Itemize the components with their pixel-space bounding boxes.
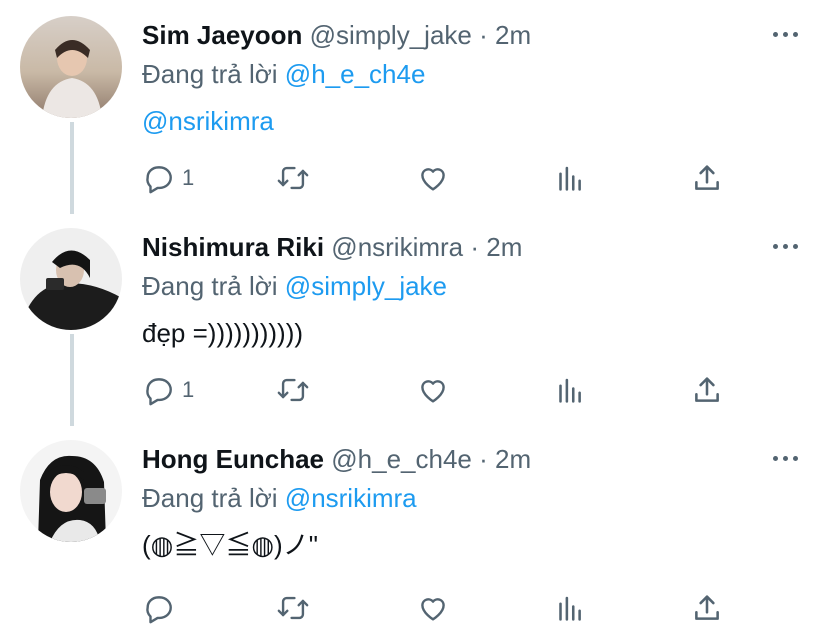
retweet-icon [277, 596, 309, 620]
replying-to: Đang trả lời @simply_jake [142, 269, 447, 303]
tweet-header: Hong Eunchae @h_e_ch4e · 2m [142, 442, 531, 476]
more-icon[interactable] [770, 24, 800, 44]
retweet-button[interactable] [276, 160, 310, 196]
like-button[interactable] [416, 372, 450, 408]
reply-icon [146, 378, 172, 406]
action-bar [142, 590, 742, 626]
tweet-header: Nishimura Riki @nsrikimra · 2m [142, 230, 522, 264]
reply-to-mention[interactable]: @nsrikimra [285, 483, 417, 513]
heart-icon [421, 380, 445, 403]
avatar[interactable] [20, 228, 122, 330]
tweet-text[interactable]: @nsrikimra [142, 104, 274, 138]
avatar[interactable] [20, 440, 122, 542]
reply-to-mention[interactable]: @simply_jake [285, 271, 447, 301]
replying-prefix: Đang trả lời [142, 483, 278, 513]
reply-button[interactable] [142, 590, 182, 626]
share-icon [695, 165, 719, 190]
views-icon [559, 378, 581, 403]
separator-dot: · [470, 232, 480, 262]
timestamp[interactable]: 2m [486, 232, 522, 262]
share-button[interactable] [690, 372, 724, 408]
reply-button[interactable]: 1 [142, 160, 194, 196]
views-button[interactable] [552, 372, 586, 408]
replying-to: Đang trả lời @h_e_ch4e [142, 57, 425, 91]
heart-icon [421, 598, 445, 621]
like-button[interactable] [416, 590, 450, 626]
separator-dot: · [479, 20, 488, 50]
share-icon [695, 595, 719, 620]
tweet[interactable]: Nishimura Riki @nsrikimra · 2m Đang trả … [0, 212, 828, 424]
timestamp[interactable]: 2m [495, 20, 531, 50]
tweet[interactable]: Sim Jaeyoon @simply_jake · 2m Đang trả l… [0, 0, 828, 212]
retweet-button[interactable] [276, 590, 310, 626]
tweet-text[interactable]: (◍≧▽≦◍)ノ" [142, 528, 318, 562]
timestamp[interactable]: 2m [495, 444, 531, 474]
user-handle[interactable]: @nsrikimra [331, 232, 463, 262]
reply-icon [146, 166, 172, 194]
action-bar: 1 [142, 372, 742, 408]
retweet-button[interactable] [276, 372, 310, 408]
display-name[interactable]: Hong Eunchae [142, 444, 324, 474]
user-handle[interactable]: @h_e_ch4e [331, 444, 472, 474]
like-button[interactable] [416, 160, 450, 196]
replying-prefix: Đang trả lời [142, 271, 278, 301]
tweet-text[interactable]: đẹp =))))))))))) [142, 316, 303, 350]
retweet-icon [277, 166, 309, 190]
display-name[interactable]: Nishimura Riki [142, 232, 324, 262]
avatar[interactable] [20, 16, 122, 118]
replying-prefix: Đang trả lời [142, 59, 278, 89]
reply-count: 1 [182, 165, 195, 190]
user-handle[interactable]: @simply_jake [310, 20, 472, 50]
tweet-header: Sim Jaeyoon @simply_jake · 2m [142, 18, 531, 52]
views-icon [559, 166, 581, 191]
retweet-icon [277, 378, 309, 402]
more-icon[interactable] [770, 236, 800, 256]
views-button[interactable] [552, 590, 586, 626]
reply-button[interactable]: 1 [142, 372, 194, 408]
share-button[interactable] [690, 590, 724, 626]
share-button[interactable] [690, 160, 724, 196]
more-icon[interactable] [770, 448, 800, 468]
display-name[interactable]: Sim Jaeyoon [142, 20, 302, 50]
tweet[interactable]: Hong Eunchae @h_e_ch4e · 2m Đang trả lời… [0, 424, 828, 636]
replying-to: Đang trả lời @nsrikimra [142, 481, 417, 515]
action-bar: 1 [142, 160, 742, 196]
share-icon [695, 377, 719, 402]
reply-to-mention[interactable]: @h_e_ch4e [285, 59, 426, 89]
views-icon [559, 596, 581, 621]
views-button[interactable] [552, 160, 586, 196]
reply-icon [146, 596, 172, 624]
heart-icon [421, 168, 445, 191]
separator-dot: · [479, 444, 488, 474]
reply-count: 1 [182, 377, 195, 402]
